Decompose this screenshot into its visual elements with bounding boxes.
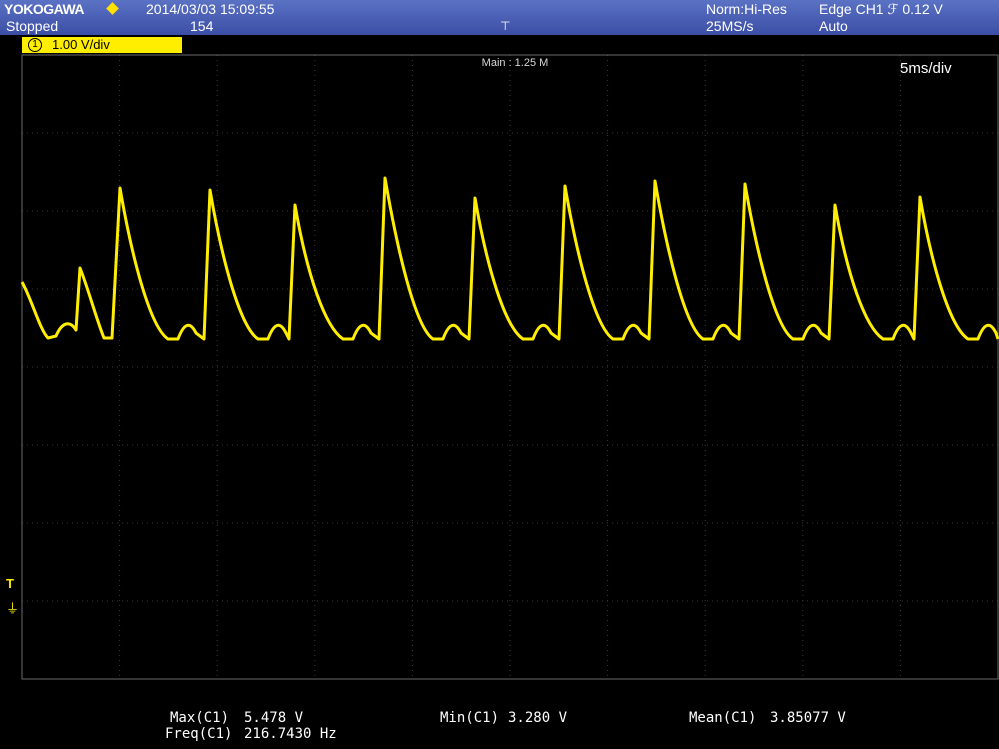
freq-label: Freq(C1): [165, 726, 233, 742]
max-label: Max(C1): [170, 710, 230, 726]
channel-1-trace: [20, 176, 999, 341]
min-label: Min(C1): [440, 710, 500, 726]
trigger-level-marker[interactable]: T: [6, 576, 14, 591]
waveform-display: [20, 54, 999, 680]
min-value: 3.280 V: [508, 710, 568, 726]
ground-level-icon[interactable]: ⏚: [6, 598, 19, 617]
mean-label: Mean(C1): [689, 710, 757, 726]
max-value: 5.478 V: [244, 710, 304, 726]
freq-value: 216.7430 Hz: [244, 726, 337, 742]
mean-value: 3.85077 V: [770, 710, 846, 726]
timebase-label: 5ms/div: [900, 60, 952, 77]
main-record-label: Main : 1.25 M: [481, 57, 549, 69]
graticule: [21, 54, 999, 680]
